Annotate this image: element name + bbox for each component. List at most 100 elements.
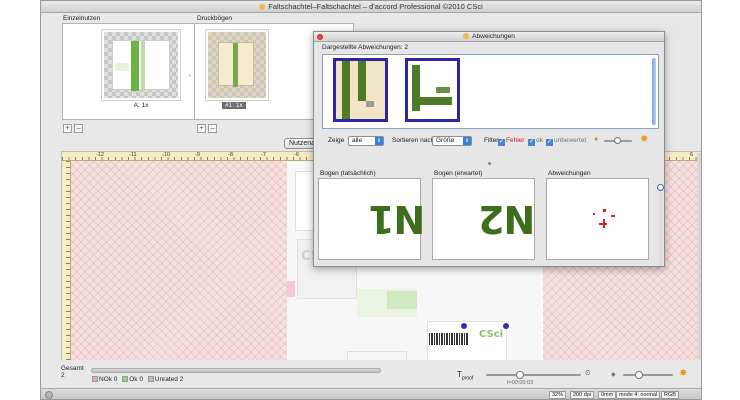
tproof-slider-knob[interactable]	[516, 371, 524, 379]
nok-swatch	[92, 376, 98, 382]
zoom-in-icon[interactable]: ✸	[679, 368, 687, 379]
deviation-thumbnail[interactable]	[405, 58, 460, 122]
zoom-slider[interactable]	[623, 374, 673, 376]
druckboegen-label: Druckbögen	[197, 15, 233, 22]
gesamt-value: 2	[61, 372, 65, 379]
title-bar: Faltschachtel–Faltschachtel – d'accord P…	[41, 1, 701, 13]
diff-pixel	[611, 215, 615, 217]
barcode	[429, 333, 469, 345]
gesamt-label: Gesamt 2	[61, 365, 84, 379]
tproof-slider[interactable]	[486, 374, 581, 376]
dialog-app-icon	[463, 32, 470, 39]
panel-expected-label: Bogen (erwartet)	[434, 170, 483, 177]
size-small-icon[interactable]: ●	[594, 136, 598, 143]
diff-pixel	[593, 213, 595, 215]
select-arrows-icon: ⇕	[463, 137, 471, 145]
close-icon[interactable]	[317, 34, 323, 40]
thumb-stroke	[412, 97, 452, 105]
green-stripe	[131, 41, 139, 91]
ruler-left	[62, 161, 71, 360]
status-bar: 32% 200 dpi 0mm mode 4: normal RGB	[41, 388, 701, 399]
proof-time: t=00:00:03	[507, 380, 534, 386]
checkbox-icon[interactable]: ✓	[528, 139, 535, 146]
ruler-tick-label: -6	[294, 152, 299, 158]
app-icon	[259, 3, 266, 10]
box-preview	[112, 40, 170, 91]
remove-bogen-button[interactable]: –	[208, 124, 217, 133]
dialog-subtitle: Dargestellte Abweichungen: 2	[322, 44, 409, 51]
progress-bar	[91, 368, 381, 373]
zoom-readout: 32%	[549, 391, 567, 399]
size-large-icon[interactable]: ✸	[640, 134, 648, 145]
splitter-handle-icon[interactable]: ⌄	[187, 71, 192, 78]
panel-expected: N2	[432, 178, 535, 260]
canvas-vertical-scrollbar[interactable]	[697, 153, 701, 359]
panel-actual-label: Bogen (tatsächlich)	[320, 170, 376, 177]
window-title: Faltschachtel–Faltschachtel – d'accord P…	[268, 2, 483, 11]
glyph-expected: N2	[479, 197, 536, 241]
einzelnutzen-caption: A: 1x	[133, 102, 149, 109]
csci-logo: CSci	[479, 329, 504, 340]
filter-unbewertet[interactable]: ✓ unbewertet	[546, 137, 586, 146]
filter-row: Zeige alle ⇕ Sortieren nach Größe ⇕ Filter…	[314, 134, 664, 148]
einzelnutzen-label: Einzelnutzen	[63, 15, 101, 22]
add-bogen-button[interactable]: +	[197, 124, 206, 133]
tproof-label: Tproof	[457, 370, 474, 382]
pink-mark	[287, 281, 295, 297]
select-arrows-icon: ⇕	[375, 137, 383, 145]
remove-nutzen-button[interactable]: –	[74, 124, 83, 133]
ruler-tick-label: -10	[162, 152, 170, 158]
filter-ok[interactable]: ✓ ok	[528, 137, 543, 146]
registration-mark	[503, 323, 509, 329]
glyph-actual: N1	[369, 197, 426, 241]
size-readout: 0mm	[598, 391, 617, 399]
panel-diff-label: Abweichungen	[548, 170, 591, 177]
light-green-stripe	[141, 41, 145, 91]
sort-label: Sortieren nach	[392, 137, 435, 144]
panel-actual: N1	[318, 178, 425, 260]
mode-readout: mode 4: normal	[616, 391, 661, 399]
deviation-thumbnail[interactable]	[333, 58, 388, 122]
zoom-out-icon[interactable]: ◆	[611, 371, 616, 378]
nok-count: NOk 0	[99, 376, 118, 383]
green-panel	[387, 291, 417, 309]
filter-label: Filter	[484, 137, 499, 144]
dialog-splitter-handle[interactable]	[488, 162, 491, 165]
druckbogen-caption[interactable]: #1: 1x	[222, 102, 246, 109]
ruler-tick-label: -7	[261, 152, 266, 158]
stopwatch-icon[interactable]: ⏲	[585, 370, 590, 378]
sheet-preview	[218, 42, 254, 87]
filter-fehler[interactable]: ✓ Fehler	[498, 137, 524, 146]
zoom-slider-knob[interactable]	[635, 371, 643, 379]
ok-count: Ok 0	[129, 376, 143, 383]
bottom-bar: Gesamt 2 NOk 0 Ok 0 Unrated 2 Tproof ⏲ t=…	[61, 365, 701, 387]
panel-diff	[546, 178, 649, 260]
box-panel	[347, 351, 407, 360]
deviation-list[interactable]	[322, 54, 659, 129]
zeige-label: Zeige	[328, 137, 345, 144]
add-nutzen-button[interactable]: +	[63, 124, 72, 133]
deviation-list-scrollbar[interactable]	[652, 58, 656, 125]
thumb-noise	[366, 101, 374, 107]
einzelnutzen-thumbnail[interactable]	[101, 29, 181, 101]
sheet-green-stripe	[233, 43, 238, 87]
abweichungen-dialog: Abweichungen Dargestellte Abweichungen: …	[313, 31, 665, 267]
sort-select[interactable]: Größe ⇕	[432, 136, 472, 146]
ruler-tick-label: -11	[129, 152, 137, 158]
dialog-scroll-knob[interactable]	[657, 184, 664, 191]
diff-pixel	[603, 209, 606, 212]
dialog-panel-scrollbar[interactable]	[659, 186, 663, 266]
druckbogen-thumbnail[interactable]	[205, 29, 269, 101]
diff-pixel	[599, 223, 607, 225]
dialog-title-bar: Abweichungen	[314, 32, 664, 42]
status-indicator-icon	[45, 391, 53, 399]
checkbox-icon[interactable]: ✓	[546, 139, 553, 146]
dialog-title: Abweichungen	[472, 33, 515, 40]
thumb-size-slider-knob[interactable]	[614, 137, 621, 144]
ruler-tick-label: 6	[690, 152, 694, 158]
unrated-count: Unrated 2	[154, 376, 184, 383]
ruler-tick-label: -8	[228, 152, 233, 158]
zeige-select[interactable]: alle ⇕	[348, 136, 384, 146]
checkbox-icon[interactable]: ✓	[498, 139, 505, 146]
unrated-swatch	[147, 376, 154, 382]
